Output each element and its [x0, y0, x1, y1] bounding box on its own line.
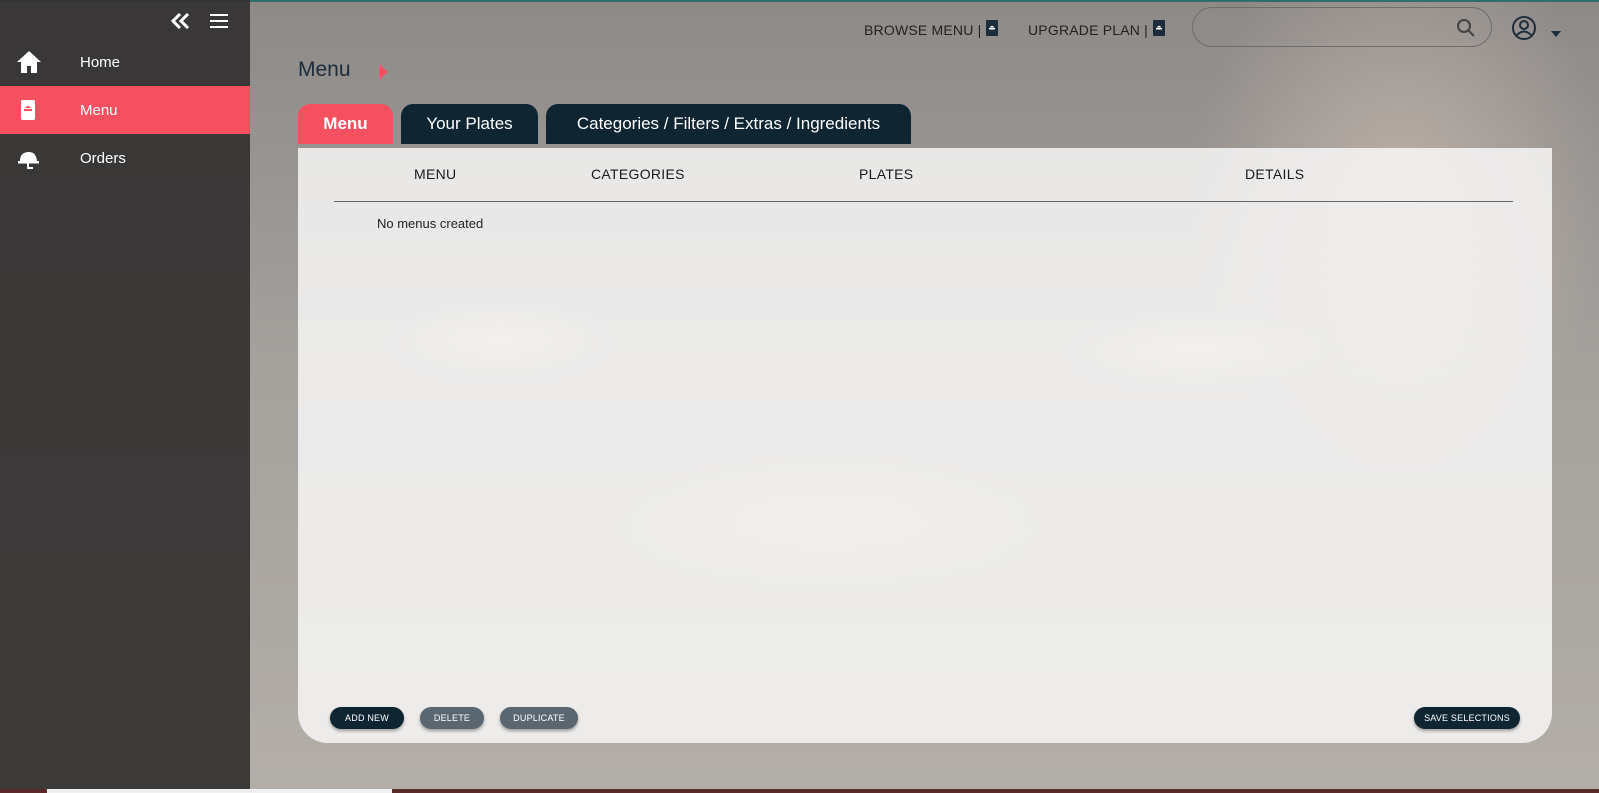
- hamburger-icon[interactable]: [208, 10, 230, 32]
- search-bar: [1192, 7, 1492, 47]
- double-chevron-left-icon[interactable]: [170, 10, 192, 32]
- browse-menu-link[interactable]: BROWSE MENU |: [864, 19, 999, 40]
- menu-panel: [298, 148, 1552, 743]
- sidebar-controls: [170, 10, 230, 32]
- add-new-button[interactable]: ADD NEW: [330, 707, 404, 729]
- upgrade-plan-label: UPGRADE PLAN |: [1028, 21, 1149, 38]
- delete-button[interactable]: DELETE: [420, 707, 484, 729]
- duplicate-button[interactable]: DUPLICATE: [500, 707, 578, 729]
- search-input[interactable]: [1207, 16, 1437, 40]
- header-divider: [334, 201, 1513, 202]
- caret-right-icon: [379, 64, 389, 80]
- menu-book-icon: [1152, 19, 1166, 40]
- search-icon[interactable]: [1456, 18, 1476, 38]
- sidebar: Home Menu Orders: [0, 0, 250, 793]
- menu-book-icon: [985, 19, 999, 40]
- column-header-details: DETAILS: [1245, 166, 1305, 182]
- tab-categories-filters-extras-ingredients[interactable]: Categories / Filters / Extras / Ingredie…: [546, 104, 911, 144]
- browse-menu-label: BROWSE MENU |: [864, 21, 982, 38]
- tab-your-plates[interactable]: Your Plates: [401, 104, 538, 144]
- sidebar-item-label: Orders: [80, 149, 126, 167]
- column-header-plates: PLATES: [859, 166, 914, 182]
- home-icon: [16, 50, 41, 74]
- user-circle-icon[interactable]: [1511, 15, 1537, 41]
- column-header-categories: CATEGORIES: [591, 166, 685, 182]
- sidebar-item-orders[interactable]: Orders: [0, 134, 250, 182]
- sidebar-item-label: Menu: [80, 101, 118, 119]
- page-title: Menu: [298, 58, 351, 81]
- sidebar-item-menu[interactable]: Menu: [0, 86, 250, 134]
- sidebar-item-home[interactable]: Home: [0, 38, 250, 86]
- sidebar-item-label: Home: [80, 53, 121, 71]
- column-header-menu: MENU: [414, 166, 457, 182]
- empty-state-message: No menus created: [377, 216, 484, 231]
- caret-down-icon[interactable]: [1550, 23, 1562, 37]
- save-selections-button[interactable]: SAVE SELECTIONS: [1414, 707, 1520, 729]
- upgrade-plan-link[interactable]: UPGRADE PLAN |: [1028, 19, 1166, 40]
- bottom-edge-highlight: [47, 789, 392, 793]
- menu-book-icon: [16, 98, 40, 122]
- tab-menu[interactable]: Menu: [298, 104, 393, 144]
- bottom-edge: [0, 789, 1599, 793]
- cloche-icon: [16, 146, 40, 170]
